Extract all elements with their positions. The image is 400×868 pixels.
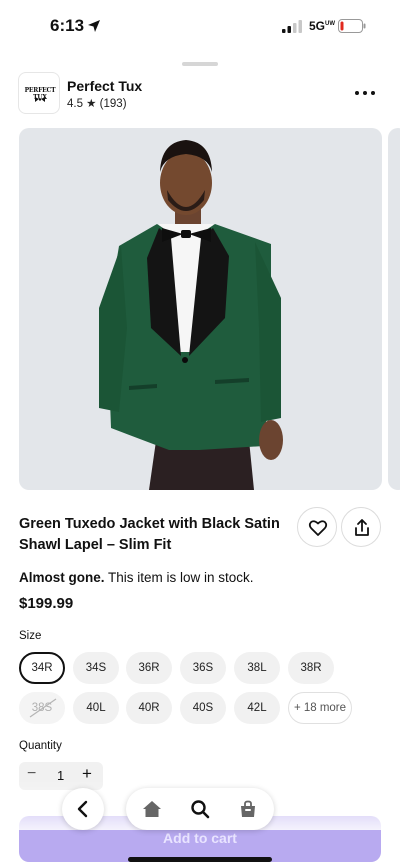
size-option-36r[interactable]: 36R [126,652,172,684]
add-to-cart-label: Add to cart [163,830,237,846]
shop-name[interactable]: Perfect Tux [67,78,142,94]
unavailable-strike [29,698,57,718]
signal-icon [282,20,302,33]
more-dots-icon[interactable] [352,84,378,102]
status-time: 6:13 [50,16,85,35]
bottom-nav [126,788,274,830]
more-sizes-button[interactable]: + 18 more [288,692,352,724]
size-option-40r[interactable]: 40R [126,692,172,724]
battery-low-icon [338,19,366,33]
size-option-42l[interactable]: 42L [234,692,280,724]
bag-icon[interactable] [238,799,258,819]
size-option-38r[interactable]: 38R [288,652,334,684]
next-image-peek[interactable] [388,128,400,490]
shop-rating: 4.5 ★ (193) [67,98,127,110]
quantity-label: Quantity [19,740,62,752]
size-option-36s[interactable]: 36S [180,652,226,684]
shop-logo[interactable]: PERFECT TUX [18,72,60,114]
home-indicator [128,857,272,862]
size-option-38l[interactable]: 38L [234,652,280,684]
share-icon [355,519,369,536]
size-option-40l[interactable]: 40L [73,692,119,724]
size-label: Size [19,630,42,642]
product-image[interactable] [19,128,382,490]
share-button[interactable] [341,507,381,547]
sheet-grabber[interactable] [182,62,218,66]
price: $199.99 [19,595,74,612]
heart-icon [308,520,328,536]
stock-status: Almost gone. This item is low in stock. [19,570,254,585]
home-icon[interactable] [142,799,162,819]
size-option-40s[interactable]: 40S [180,692,226,724]
chevron-left-icon [77,800,88,818]
search-icon[interactable] [190,799,210,819]
favorite-button[interactable] [297,507,337,547]
location-arrow-icon [88,20,100,32]
size-option-34s[interactable]: 34S [73,652,119,684]
bow-tie-icon [35,97,45,102]
status-bar: 6:13 5GUW [0,0,400,50]
product-title: Green Tuxedo Jacket with Black Satin Sha… [19,516,280,553]
tuxedo-model-illustration [99,140,283,490]
size-option-34r[interactable]: 34R [19,652,65,684]
back-button[interactable] [62,788,104,830]
network-type: 5GUW [309,19,336,33]
size-option-38s-unavailable: 38S [19,692,65,724]
